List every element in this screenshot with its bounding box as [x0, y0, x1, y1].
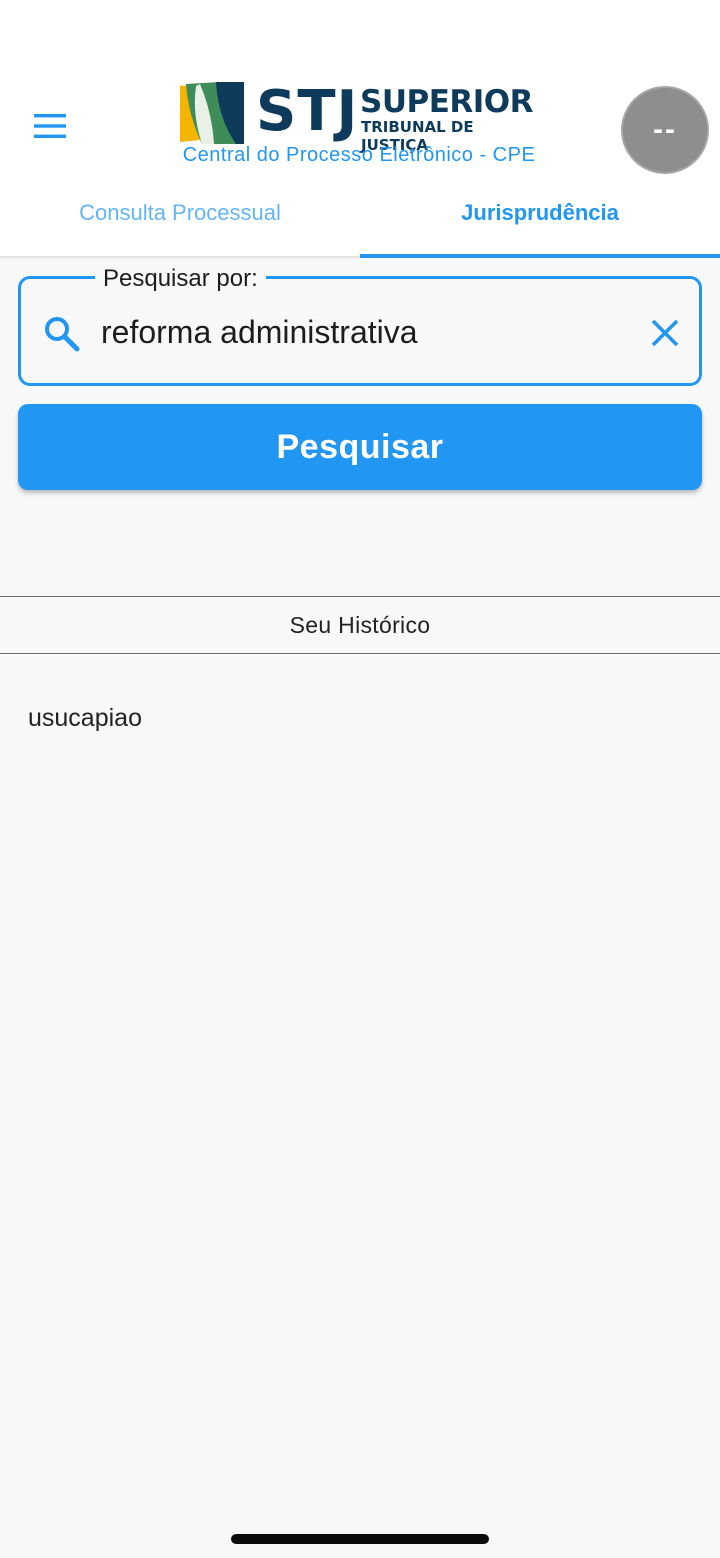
history-section-title: Seu Histórico — [0, 596, 720, 654]
tab-bar: Consulta Processual Jurisprudência — [0, 186, 720, 258]
stj-logo: STJ SUPERIOR TRIBUNAL DE JUSTIÇA — [180, 79, 540, 154]
search-button[interactable]: Pesquisar — [18, 404, 702, 490]
home-indicator[interactable] — [231, 1534, 489, 1544]
search-field: Pesquisar por: — [18, 265, 702, 386]
history-item[interactable]: usucapiao — [0, 676, 720, 760]
tab-label: Jurisprudência — [461, 200, 619, 225]
logo-name-line1: SUPERIOR — [360, 84, 534, 120]
close-icon[interactable] — [645, 313, 685, 353]
tab-jurisprudencia[interactable]: Jurisprudência — [360, 186, 720, 258]
tab-label: Consulta Processual — [79, 200, 281, 225]
search-input[interactable] — [101, 309, 621, 355]
header-shadow — [0, 256, 360, 260]
search-icon — [45, 317, 80, 352]
tab-consulta-processual[interactable]: Consulta Processual — [0, 186, 360, 258]
logo-acronym: STJ — [256, 79, 359, 144]
app-subtitle: Central do Processo Eletrônico - CPE — [182, 144, 536, 166]
history-list: usucapiao — [0, 676, 720, 760]
stj-logo-mark-icon — [180, 82, 244, 144]
hamburger-menu-icon — [34, 114, 66, 138]
app-header: STJ SUPERIOR TRIBUNAL DE JUSTIÇA Central… — [0, 0, 720, 258]
active-tab-indicator — [360, 254, 720, 258]
search-field-label: Pesquisar por: — [95, 265, 266, 293]
avatar[interactable]: -- — [621, 86, 709, 174]
menu-button[interactable] — [28, 106, 72, 146]
screen: STJ SUPERIOR TRIBUNAL DE JUSTIÇA Central… — [0, 0, 720, 1558]
